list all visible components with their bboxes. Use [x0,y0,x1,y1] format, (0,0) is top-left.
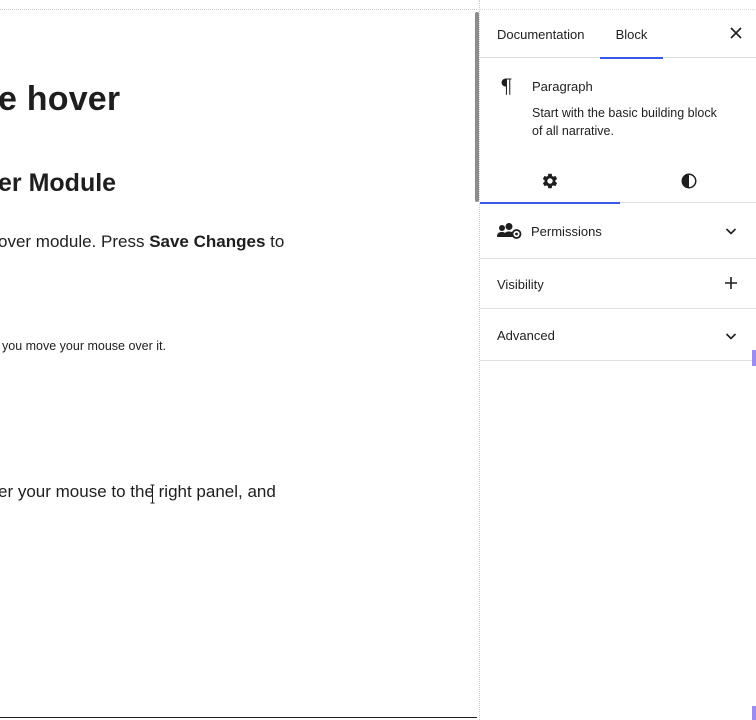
panel-visibility-label: Visibility [497,277,544,292]
paragraph-1-bold: Save Changes [149,232,266,251]
panel-visibility[interactable]: Visibility [480,259,756,309]
canvas-bottom-divider [0,717,477,718]
post-heading-1[interactable]: e hover [0,80,120,119]
panel-advanced[interactable]: Advanced [480,309,756,361]
block-description: Start with the basic building block of a… [532,106,717,138]
sidebar-top-divider [480,9,756,10]
small-text-block[interactable]: you move your mouse over it. [2,339,166,353]
contrast-icon [681,173,696,188]
block-card: ¶ Paragraph Start with the basic buildin… [480,58,756,158]
block-title: Paragraph [532,79,593,94]
canvas-top-divider [0,9,477,10]
block-inspector-tabs [480,158,756,204]
chevron-down-icon [725,228,737,235]
tab-styles[interactable] [620,158,756,203]
sidebar-tabs: Documentation Block [480,12,756,59]
post-heading-2[interactable]: er Module [0,169,116,198]
plus-icon [725,277,737,289]
close-icon[interactable] [729,26,743,40]
paragraph-1-suffix: to [265,232,285,251]
gear-icon [542,173,558,188]
chevron-down-icon [725,333,737,340]
edge-resize-handle [752,706,756,720]
editor-canvas[interactable]: e hover er Module over module. Press Sav… [0,0,477,720]
settings-sidebar: Documentation Block ¶ Paragraph Start wi… [479,0,756,720]
paragraph-1-prefix: over module. Press [0,232,150,251]
tab-settings[interactable] [480,158,620,204]
text-cursor-icon [150,484,155,504]
tab-documentation[interactable]: Documentation [497,12,584,58]
paragraph-icon: ¶ [500,74,513,98]
panel-permissions[interactable]: Permissions [480,203,756,259]
edge-resize-handle [752,350,756,366]
panel-permissions-label: Permissions [531,224,602,239]
paragraph-block-2[interactable]: er your mouse to the right panel, and [0,482,276,502]
users-icon [497,223,522,239]
tab-block[interactable]: Block [600,12,663,59]
paragraph-block-1[interactable]: over module. Press Save Changes to [0,232,284,252]
panel-advanced-label: Advanced [497,328,555,343]
